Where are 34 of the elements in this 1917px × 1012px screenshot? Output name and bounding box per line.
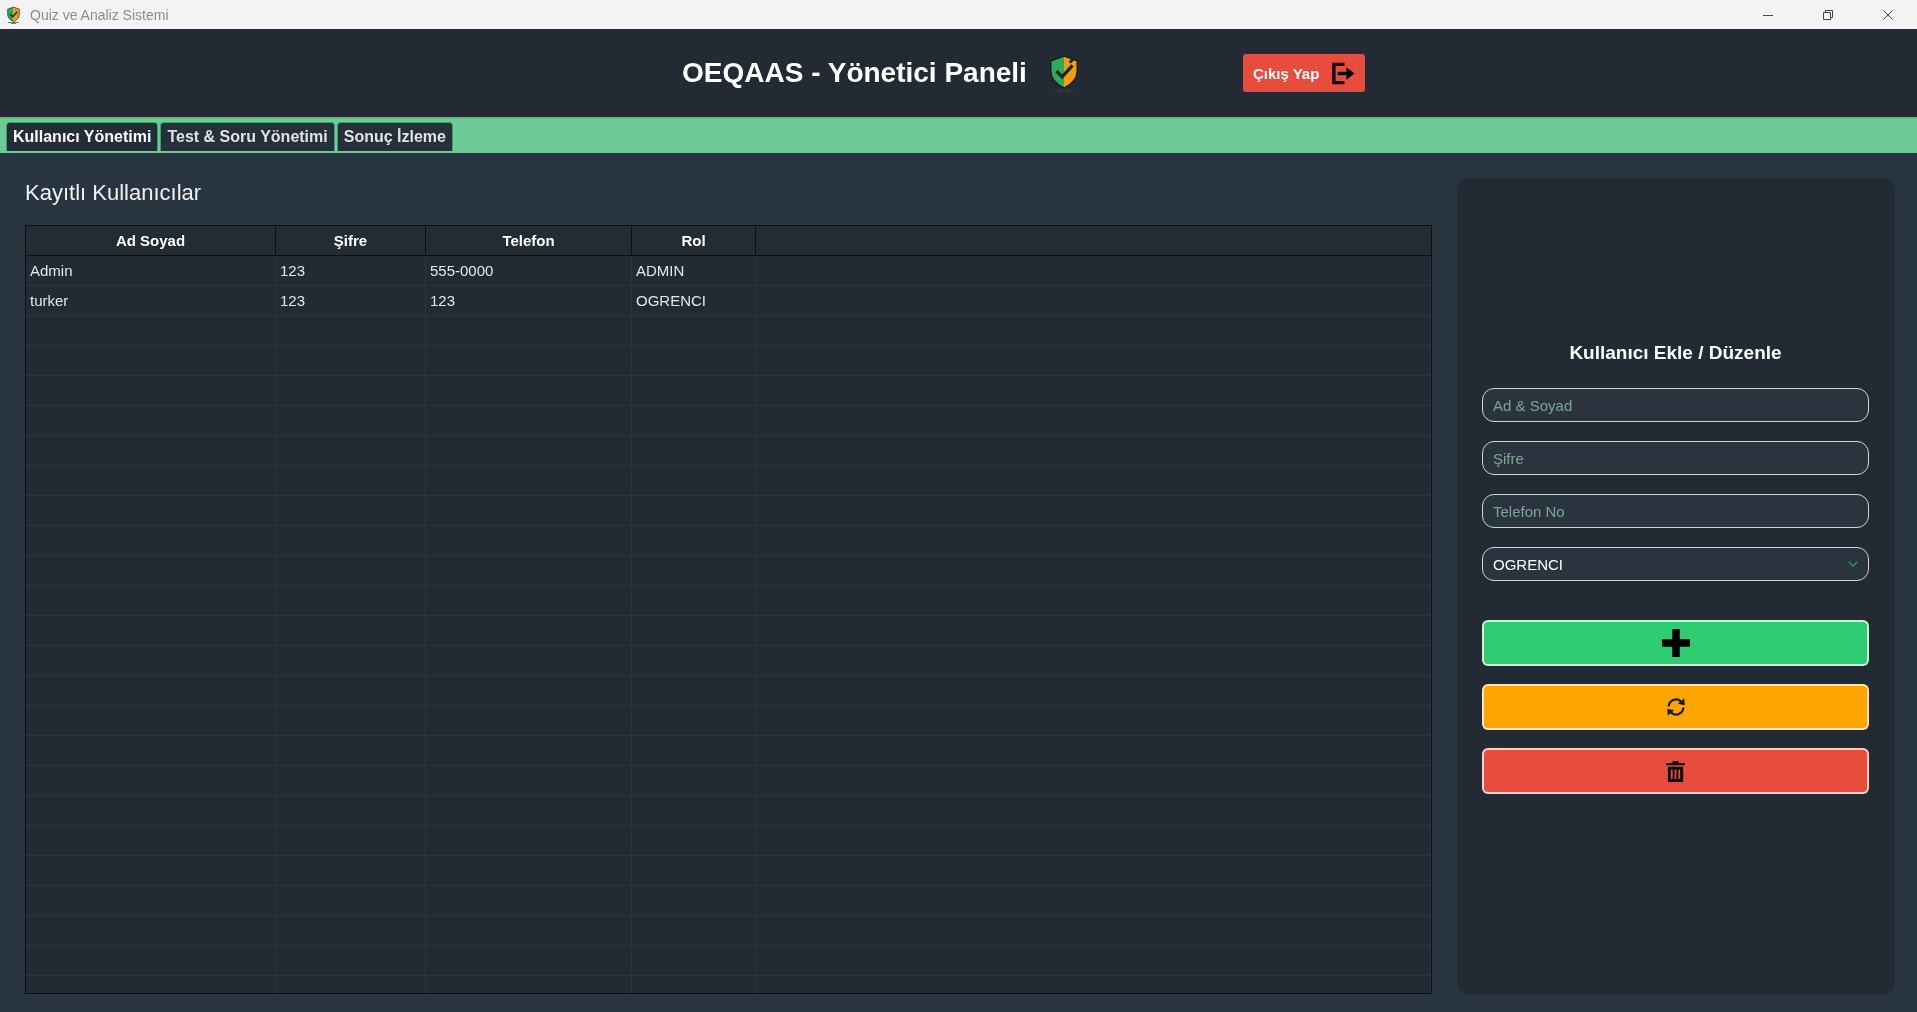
tab[interactable]: Kullanıcı Yönetimi (6, 122, 159, 151)
role-dropdown[interactable]: OGRENCI (1482, 547, 1869, 581)
tab[interactable]: Test & Soru Yönetimi (160, 122, 335, 151)
restore-icon[interactable] (1823, 9, 1833, 20)
input-field[interactable]: Ad & Soyad (1482, 388, 1869, 422)
table-cell: 123 (276, 256, 426, 285)
table-cell: 555-0000 (426, 256, 632, 285)
window-title: Quiz ve Analiz Sistemi (30, 6, 169, 23)
table-cell: ADMIN (632, 256, 756, 285)
column-header[interactable]: Rol (632, 226, 756, 255)
table-cell: OGRENCI (632, 286, 756, 315)
plus-icon (1661, 629, 1690, 657)
form-title: Kullanıcı Ekle / Düzenle (1568, 341, 1783, 365)
delete-button[interactable] (1482, 748, 1869, 794)
table-cell: 123 (426, 286, 632, 315)
logout-button[interactable]: Çıkış Yap (1242, 54, 1366, 92)
close-icon[interactable] (1883, 9, 1893, 20)
chevron-down-icon (1848, 561, 1858, 567)
add-button[interactable] (1482, 620, 1869, 666)
shield-logo-icon (6, 5, 21, 24)
table-cell: 123 (276, 286, 426, 315)
column-header[interactable]: Telefon (426, 226, 632, 255)
section-title: Kayıtlı Kullanıcılar (25, 179, 203, 207)
refresh-icon (1664, 696, 1687, 718)
input-field[interactable]: Şifre (1482, 441, 1869, 475)
exit-icon (1330, 60, 1356, 86)
input-field[interactable]: Telefon No (1482, 494, 1869, 528)
column-header[interactable]: Ad Soyad (26, 226, 276, 255)
table-cell: Admin (26, 256, 276, 285)
table-cell: turker (26, 286, 276, 315)
trash-icon (1666, 760, 1685, 782)
page-title: OEQAAS - Yönetici Paneli (682, 57, 1027, 89)
tab[interactable]: Sonuç İzleme (336, 122, 453, 151)
column-header[interactable]: Şifre (276, 226, 426, 255)
